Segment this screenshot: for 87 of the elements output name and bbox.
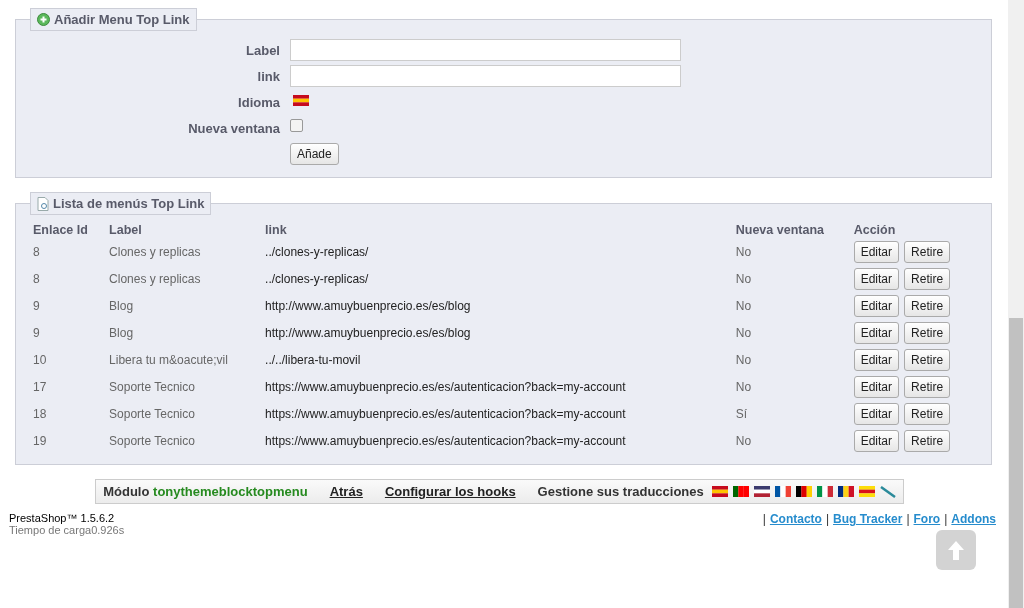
- legend-title: Añadir Menu Top Link: [54, 12, 190, 27]
- text-field[interactable]: [290, 65, 681, 87]
- column-header: Nueva ventana: [734, 222, 825, 238]
- module-title: Módulo tonythemeblocktopmenu: [103, 484, 308, 499]
- remove-button[interactable]: Retire: [904, 267, 951, 290]
- footer-link[interactable]: Addons: [951, 512, 996, 526]
- flag-icon[interactable]: [732, 486, 749, 497]
- field-label: Idioma: [237, 94, 280, 110]
- edit-button[interactable]: Editar: [853, 348, 900, 371]
- separator-text: |: [906, 512, 910, 526]
- footer-link[interactable]: Bug Tracker: [833, 512, 903, 526]
- module-link[interactable]: Atrás: [329, 484, 363, 499]
- table-cell-text: ../../libera-tu-movil: [264, 351, 362, 369]
- edit-button[interactable]: Editar: [853, 375, 900, 398]
- footer-link[interactable]: Foro: [913, 512, 941, 526]
- table-cell-text: https://www.amuybuenprecio.es/es/autenticacion?back=my-account: [264, 405, 627, 423]
- flag-icon[interactable]: [753, 486, 770, 497]
- text-field[interactable]: [290, 39, 681, 61]
- separator-text: |: [944, 512, 948, 526]
- add-button[interactable]: Añade: [290, 143, 339, 165]
- table-cell-text: https://www.amuybuenprecio.es/es/autenticacion?back=my-account: [264, 432, 627, 450]
- separator-text: |: [762, 512, 766, 526]
- table-cell-text: 8: [32, 270, 41, 288]
- table-cell-text: No: [734, 243, 753, 261]
- table-cell-text: Libera tu m&oacute;vil: [108, 351, 229, 369]
- load-time-text: Tiempo de carga0.926s: [9, 524, 125, 536]
- scrollbar-thumb[interactable]: [1009, 318, 1023, 608]
- table-cell-text: Sí: [734, 405, 749, 423]
- edit-button[interactable]: Editar: [853, 402, 900, 425]
- separator-text: |: [825, 512, 830, 526]
- table-cell-text: Blog: [108, 297, 135, 315]
- remove-button[interactable]: Retire: [904, 375, 951, 398]
- edit-button[interactable]: Editar: [853, 321, 900, 344]
- version-text: PrestaShop™ 1.5.6.2: [9, 512, 116, 524]
- up-arrow-icon: [946, 539, 966, 561]
- footer-link[interactable]: Contacto: [769, 512, 822, 526]
- table-cell-text: ../clones-y-replicas/: [264, 243, 370, 261]
- edit-button[interactable]: Editar: [853, 429, 900, 452]
- edit-button[interactable]: Editar: [853, 267, 900, 290]
- table-cell-text: Soporte Tecnico: [108, 432, 196, 450]
- table-cell-text: 17: [32, 378, 48, 396]
- remove-button[interactable]: Retire: [904, 429, 951, 452]
- edit-button[interactable]: Editar: [853, 240, 900, 263]
- field-label: link: [256, 68, 280, 84]
- document-icon: [37, 196, 49, 211]
- table-cell-text: 18: [32, 405, 48, 423]
- remove-button[interactable]: Retire: [904, 348, 951, 371]
- table-cell-text: No: [734, 351, 753, 369]
- flag-icon[interactable]: [795, 486, 812, 497]
- table-cell-text: No: [734, 297, 753, 315]
- plus-icon: [37, 13, 50, 26]
- column-header: Enlace Id: [32, 222, 89, 238]
- field-label: Nueva ventana: [187, 120, 280, 136]
- table-cell-text: 10: [32, 351, 48, 369]
- remove-button[interactable]: Retire: [904, 321, 951, 344]
- column-header: link: [264, 222, 288, 238]
- edit-button[interactable]: Editar: [853, 294, 900, 317]
- column-header: Label: [108, 222, 143, 238]
- module-link[interactable]: Configurar los hooks: [384, 484, 516, 499]
- scrollbar[interactable]: [1008, 0, 1024, 608]
- remove-button[interactable]: Retire: [904, 402, 951, 425]
- table-cell-text: 19: [32, 432, 48, 450]
- table-cell-text: http://www.amuybuenprecio.es/es/blog: [264, 297, 472, 315]
- legend-title: Lista de menús Top Link: [53, 196, 205, 211]
- column-header: Acción: [852, 222, 897, 238]
- flag-icon[interactable]: [774, 486, 791, 497]
- table-cell-text: No: [734, 324, 753, 342]
- flag-icon[interactable]: [837, 486, 854, 497]
- table-cell-text: No: [734, 432, 753, 450]
- field-label: Label: [245, 42, 280, 58]
- table-cell-text: No: [734, 270, 753, 288]
- remove-button[interactable]: Retire: [904, 294, 951, 317]
- table-cell-text: https://www.amuybuenprecio.es/es/autenticacion?back=my-account: [264, 378, 627, 396]
- table-cell-text: Blog: [108, 324, 135, 342]
- table-cell-text: Soporte Tecnico: [108, 405, 196, 423]
- table-cell-text: Clones y replicas: [108, 270, 202, 288]
- table-cell-text: http://www.amuybuenprecio.es/es/blog: [264, 324, 472, 342]
- translations-label: Gestione sus traducciones: [537, 484, 704, 499]
- remove-button[interactable]: Retire: [904, 240, 951, 263]
- table-cell-text: Clones y replicas: [108, 243, 202, 261]
- table-cell-text: 9: [32, 297, 41, 315]
- table-cell-text: ../clones-y-replicas/: [264, 270, 370, 288]
- checkbox[interactable]: [290, 118, 303, 132]
- table-cell-text: 9: [32, 324, 41, 342]
- table-cell-text: 8: [32, 243, 41, 261]
- table-cell-text: No: [734, 378, 753, 396]
- table-cell-text: Soporte Tecnico: [108, 378, 196, 396]
